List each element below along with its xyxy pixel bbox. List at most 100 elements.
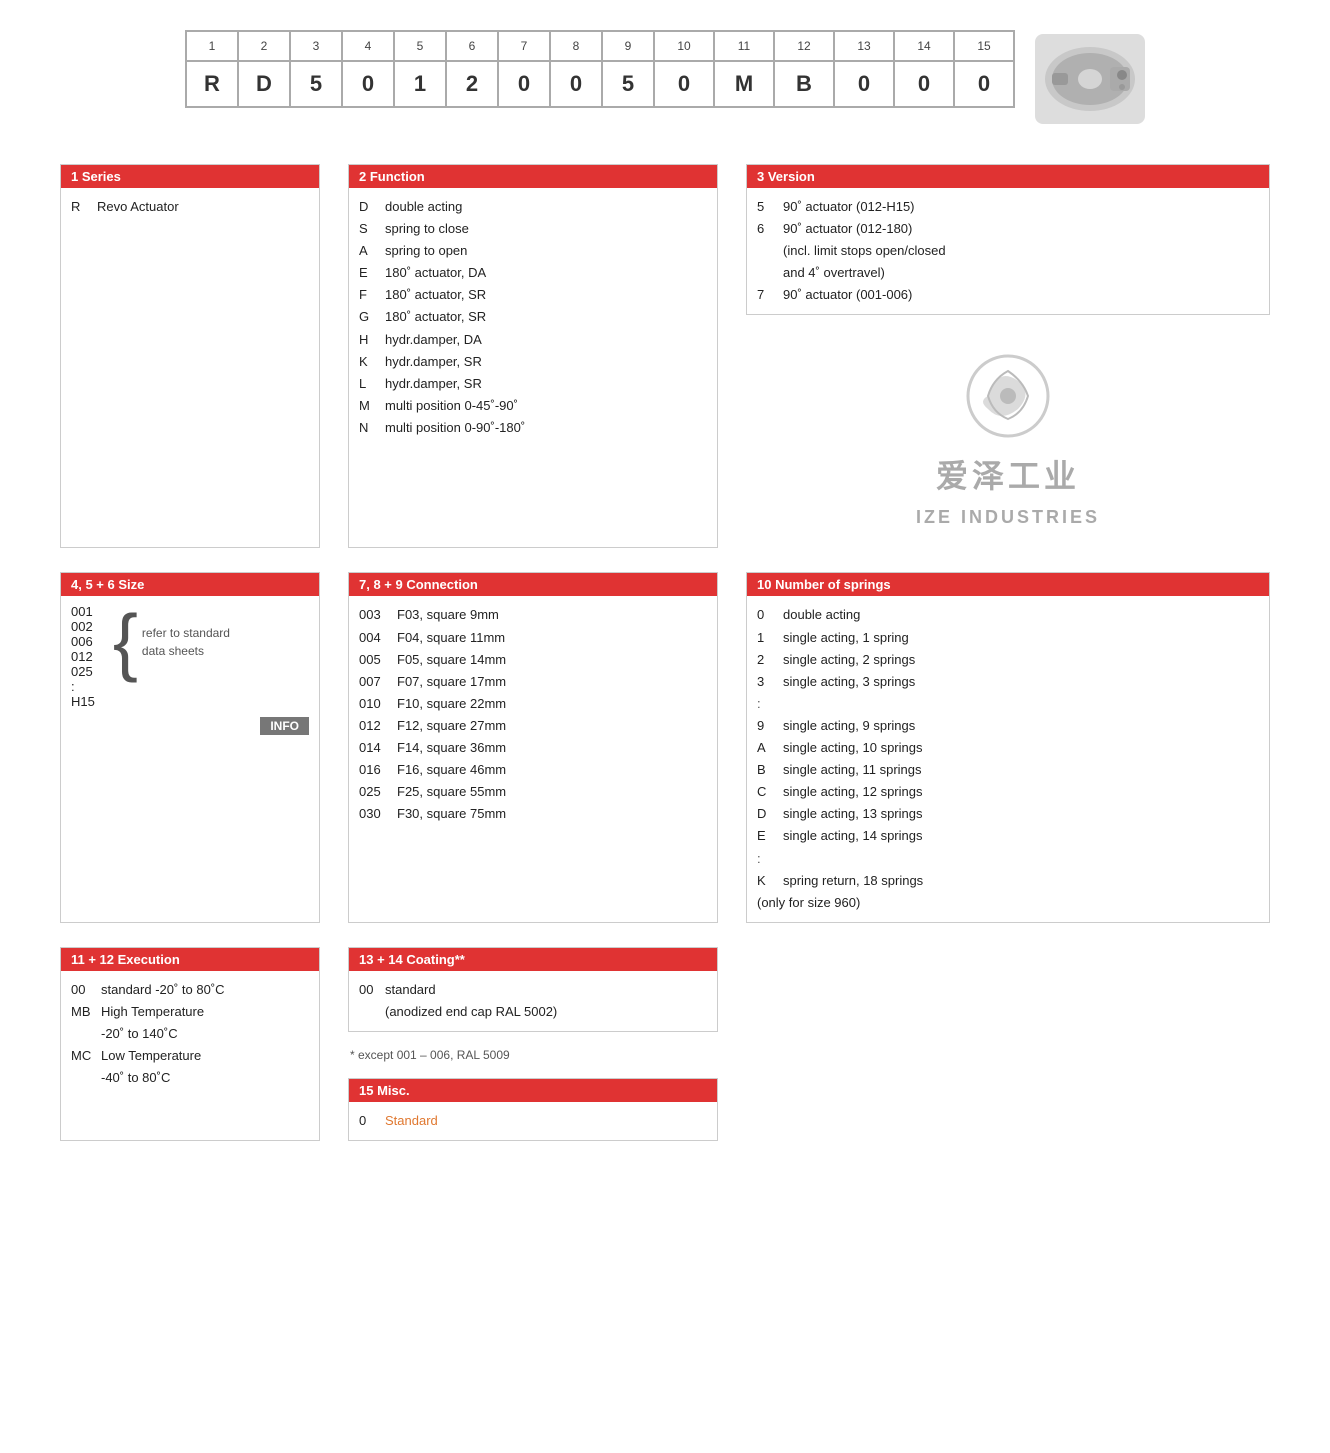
item-key: [359, 1001, 377, 1023]
item-key: K: [359, 351, 377, 373]
logo-icon: [963, 351, 1053, 441]
code-table: 123456789101112131415 RD50120050MB000: [185, 30, 1015, 108]
list-item: Sspring to close: [359, 218, 707, 240]
list-item: 004 F04, square 11mm: [359, 627, 707, 649]
code-value-cell: 5: [290, 61, 342, 107]
item-key: 005: [359, 649, 389, 671]
code-header-cell: 13: [834, 31, 894, 61]
list-item: 690˚ actuator (012-180): [757, 218, 1259, 240]
section-coating: 13 + 14 Coating** 00standard(anodized en…: [348, 947, 718, 1032]
row1: 1 Series RRevo Actuator 2 Function Ddoub…: [60, 164, 1270, 548]
item-desc: F10, square 22mm: [397, 693, 506, 715]
list-item: :: [757, 848, 1259, 870]
item-desc: spring to open: [385, 240, 467, 262]
item-desc: single acting, 12 springs: [783, 781, 922, 803]
list-item: Csingle acting, 12 springs: [757, 781, 1259, 803]
item-key: 014: [359, 737, 389, 759]
item-key: 5: [757, 196, 775, 218]
actuator-image: [1035, 34, 1145, 124]
item-key: L: [359, 373, 377, 395]
list-item: Nmulti position 0-90˚-180˚: [359, 417, 707, 439]
item-key: A: [359, 240, 377, 262]
item-key: D: [359, 196, 377, 218]
list-item: RRevo Actuator: [71, 196, 309, 218]
list-item: 002: [71, 619, 95, 634]
item-key: R: [71, 196, 89, 218]
item-desc: standard: [385, 979, 436, 1001]
item-desc: spring return, 18 springs: [783, 870, 923, 892]
code-header-cell: 14: [894, 31, 954, 61]
code-value-cell: 0: [834, 61, 894, 107]
section-coating-body: 00standard(anodized end cap RAL 5002): [349, 971, 717, 1031]
list-item: 007F07, square 17mm: [359, 671, 707, 693]
code-value-cell: 5: [602, 61, 654, 107]
list-item: MCLow Temperature: [71, 1045, 309, 1067]
item-desc: :: [757, 693, 761, 715]
item-key: 1: [757, 627, 775, 649]
item-desc: F30, square 75mm: [397, 803, 506, 825]
code-value-cell: 0: [654, 61, 714, 107]
item-desc: F14, square 36mm: [397, 737, 506, 759]
list-item: MBHigh Temperature: [71, 1001, 309, 1023]
item-key: 003: [359, 604, 389, 626]
section-springs: 10 Number of springs 0double acting1sing…: [746, 572, 1270, 922]
item-desc: multi position 0-90˚-180˚: [385, 417, 525, 439]
list-item: and 4˚ overtravel): [757, 262, 1259, 284]
list-item: 001: [71, 604, 95, 619]
item-desc: F04, square 11mm: [397, 627, 505, 649]
section-connection-header: 7, 8 + 9 Connection: [349, 573, 717, 596]
list-item: H15: [71, 694, 95, 709]
list-item: 2single acting, 2 springs: [757, 649, 1259, 671]
item-desc: -40˚ to 80˚C: [101, 1067, 170, 1089]
section-version: 3 Version 590˚ actuator (012-H15)690˚ ac…: [746, 164, 1270, 315]
item-key: MC: [71, 1045, 93, 1067]
code-header-cell: 9: [602, 31, 654, 61]
info-button[interactable]: INFO: [260, 717, 309, 735]
item-desc: (only for size 960): [757, 892, 860, 914]
list-item: 016F16, square 46mm: [359, 759, 707, 781]
code-value-cell: M: [714, 61, 774, 107]
item-desc: Standard: [385, 1110, 438, 1132]
item-desc: single acting, 3 springs: [783, 671, 915, 693]
code-value-cell: 0: [954, 61, 1014, 107]
section-series: 1 Series RRevo Actuator: [60, 164, 320, 548]
item-desc: hydr.damper, SR: [385, 351, 482, 373]
section-springs-header: 10 Number of springs: [747, 573, 1269, 596]
item-key: M: [359, 395, 377, 417]
item-key: [71, 1067, 93, 1089]
code-header-cell: 12: [774, 31, 834, 61]
list-item: 012: [71, 649, 95, 664]
list-item: (only for size 960): [757, 892, 1259, 914]
code-value-cell: D: [238, 61, 290, 107]
code-value-cell: 0: [894, 61, 954, 107]
item-key: 030: [359, 803, 389, 825]
code-header-cell: 3: [290, 31, 342, 61]
item-key: E: [359, 262, 377, 284]
item-desc: double acting: [385, 196, 462, 218]
list-item: G180˚ actuator, SR: [359, 306, 707, 328]
code-bar-section: 123456789101112131415 RD50120050MB000: [60, 30, 1270, 124]
item-desc: single acting, 10 springs: [783, 737, 922, 759]
list-item: 014 F14, square 36mm: [359, 737, 707, 759]
section-size-body: 001002006012025:H15{refer to standard da…: [61, 596, 319, 717]
item-desc: F12, square 27mm: [397, 715, 506, 737]
section-version-header: 3 Version: [747, 165, 1269, 188]
item-key: 007: [359, 671, 389, 693]
section-execution: 11 + 12 Execution 00standard -20˚ to 80˚…: [60, 947, 320, 1141]
item-desc: hydr.damper, DA: [385, 329, 482, 351]
section-function-header: 2 Function: [349, 165, 717, 188]
item-desc: single acting, 9 springs: [783, 715, 915, 737]
section-function: 2 Function Ddouble actingSspring to clos…: [348, 164, 718, 548]
item-key: S: [359, 218, 377, 240]
list-item: 1single acting, 1 spring: [757, 627, 1259, 649]
item-key: 004: [359, 627, 389, 649]
item-key: 016: [359, 759, 389, 781]
item-key: [757, 262, 775, 284]
bracket-text: refer to standard data sheets: [142, 624, 230, 660]
item-desc: and 4˚ overtravel): [783, 262, 885, 284]
item-key: 025: [359, 781, 389, 803]
list-item: :: [757, 693, 1259, 715]
item-key: 010: [359, 693, 389, 715]
list-item: 3single acting, 3 springs: [757, 671, 1259, 693]
item-key: H: [359, 329, 377, 351]
